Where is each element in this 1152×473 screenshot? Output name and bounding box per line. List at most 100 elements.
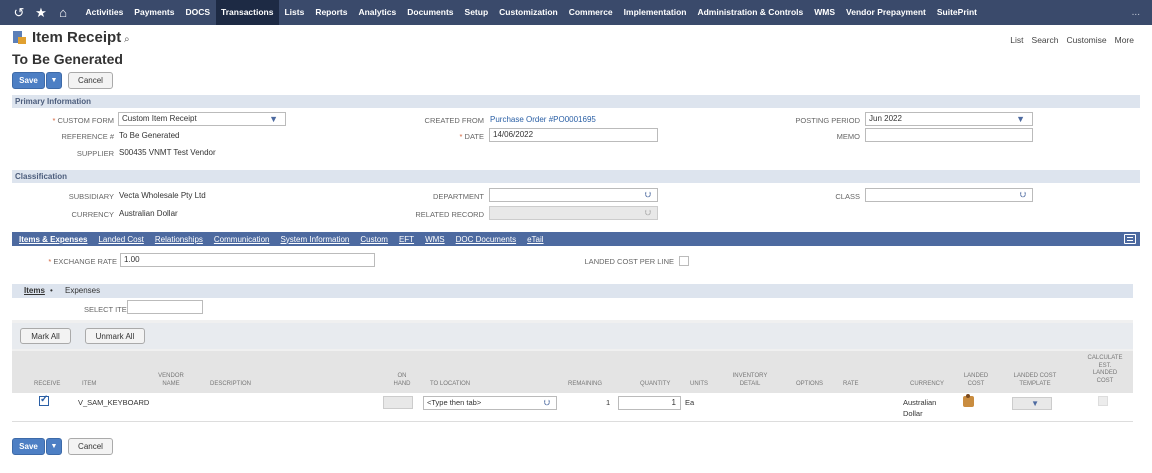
classification-header[interactable]: Classification	[12, 170, 1140, 183]
currency-value: Australian Dollar	[119, 209, 178, 218]
unmark-all-button[interactable]: Unmark All	[85, 328, 145, 344]
select-item-label: SELECT ITEM	[83, 305, 133, 314]
tab-items-marker: •	[50, 286, 53, 295]
landed-cost-per-line-label: LANDED COST PER LINE	[584, 257, 674, 266]
nav-reports[interactable]: Reports	[310, 0, 353, 25]
nav-customization[interactable]: Customization	[494, 0, 564, 25]
nav-suiteprint[interactable]: SuitePrint	[931, 0, 982, 25]
col-landed-cost-line: LANDED	[963, 373, 989, 379]
col-on-hand-line: HAND	[393, 380, 411, 387]
tab-items-expenses[interactable]: Items & Expenses	[12, 235, 93, 244]
history-icon[interactable]: ↺	[8, 5, 30, 21]
currency-cell: Australian Dollar	[903, 397, 936, 419]
on-hand-cell	[383, 396, 413, 409]
created-from-label: CREATED FROM	[424, 116, 484, 125]
created-from-link[interactable]: Purchase Order #PO0001695	[490, 115, 596, 124]
col-units: UNITS	[690, 381, 708, 387]
exchange-rate-label: * EXCHANGE RATE	[48, 257, 117, 266]
nav-setup[interactable]: Setup	[459, 0, 494, 25]
col-calc-line: CALCULATE	[1087, 355, 1123, 361]
supplier-label: SUPPLIER	[76, 149, 114, 158]
col-on-hand-line: ON	[397, 373, 407, 379]
top-navigation: ↺ ★ ⌂ Activities Payments DOCS Transacti…	[0, 0, 1152, 25]
landed-cost-icon[interactable]	[963, 394, 974, 407]
date-label: * DATE	[460, 132, 484, 141]
double-chevron-icon: ⮋	[1019, 190, 1026, 199]
nav-implementation[interactable]: Implementation	[618, 0, 692, 25]
record-subtitle: To Be Generated	[12, 51, 123, 67]
save-dropdown-button-bottom[interactable]: ▼	[46, 438, 62, 455]
header-links: List Search Customise More	[1010, 35, 1134, 45]
currency-cell-line: Australian	[903, 398, 937, 407]
nav-docs[interactable]: DOCS	[180, 0, 216, 25]
col-calc-line: LANDED	[1092, 370, 1118, 376]
collapse-tabs-icon[interactable]	[1124, 234, 1136, 244]
nav-more-icon[interactable]: ...	[1132, 7, 1140, 18]
to-location-select[interactable]: <Type then tab> ⮋	[423, 396, 557, 410]
tab-wms[interactable]: WMS	[420, 235, 451, 244]
nav-activities[interactable]: Activities	[80, 0, 129, 25]
cancel-button[interactable]: Cancel	[68, 72, 113, 89]
more-link[interactable]: More	[1115, 35, 1134, 45]
custom-form-select[interactable]: Custom Item Receipt ▼	[118, 112, 286, 126]
nav-analytics[interactable]: Analytics	[353, 0, 402, 25]
tab-etail[interactable]: eTail	[522, 235, 549, 244]
col-receive: RECEIVE	[34, 381, 61, 387]
col-item: ITEM	[82, 381, 97, 387]
quantity-field[interactable]: 1	[618, 396, 681, 410]
home-icon[interactable]: ⌂	[52, 5, 74, 20]
col-vendor-name: VENDOR NAME	[158, 373, 184, 388]
posting-period-select[interactable]: Jun 2022 ▼	[865, 112, 1033, 126]
search-link[interactable]: Search	[1032, 35, 1059, 45]
exchange-rate-field[interactable]: 1.00	[120, 253, 375, 267]
primary-information-header[interactable]: Primary Information	[12, 95, 1140, 108]
nav-transactions[interactable]: Transactions	[215, 0, 279, 25]
customise-link[interactable]: Customise	[1066, 35, 1106, 45]
tab-doc-documents[interactable]: DOC Documents	[450, 235, 521, 244]
nav-lists[interactable]: Lists	[279, 0, 310, 25]
class-select[interactable]: ⮋	[865, 188, 1033, 202]
tab-custom[interactable]: Custom	[355, 235, 394, 244]
date-field[interactable]: 14/06/2022	[489, 128, 658, 142]
col-calc-line: COST	[1096, 377, 1114, 384]
department-select[interactable]: ⮋	[489, 188, 658, 202]
nav-documents[interactable]: Documents	[402, 0, 459, 25]
page-title: Item Receipt	[32, 29, 122, 46]
col-description: DESCRIPTION	[210, 381, 252, 387]
save-dropdown-button[interactable]: ▼	[46, 72, 62, 89]
related-record-select: ⮋	[489, 206, 658, 220]
supplier-value: S00435 VNMT Test Vendor	[119, 148, 216, 157]
tab-items[interactable]: Items	[24, 286, 45, 295]
tab-eft[interactable]: EFT	[393, 235, 419, 244]
save-button[interactable]: Save	[12, 72, 45, 89]
items-subtabs	[12, 284, 1133, 298]
chevron-down-icon: ▼	[269, 114, 278, 124]
tab-relationships[interactable]: Relationships	[149, 235, 208, 244]
mark-all-button[interactable]: Mark All	[20, 328, 71, 344]
subsidiary-value: Vecta Wholesale Pty Ltd	[119, 191, 206, 200]
nav-commerce[interactable]: Commerce	[563, 0, 618, 25]
landed-cost-per-line-checkbox[interactable]	[679, 256, 689, 266]
nav-payments[interactable]: Payments	[129, 0, 180, 25]
nav-administration-controls[interactable]: Administration & Controls	[692, 0, 809, 25]
tab-communication[interactable]: Communication	[208, 235, 275, 244]
col-vendor-name-line: VENDOR	[158, 373, 184, 379]
tab-expenses[interactable]: Expenses	[65, 286, 100, 295]
chevron-down-icon: ▼	[1016, 114, 1025, 124]
reference-value: To Be Generated	[119, 131, 180, 140]
save-button-bottom[interactable]: Save	[12, 438, 45, 455]
list-link[interactable]: List	[1010, 35, 1023, 45]
cancel-button-bottom[interactable]: Cancel	[68, 438, 113, 455]
star-icon[interactable]: ★	[30, 5, 52, 21]
nav-vendor-prepayment[interactable]: Vendor Prepayment	[841, 0, 932, 25]
tab-landed-cost[interactable]: Landed Cost	[93, 235, 149, 244]
memo-field[interactable]	[865, 128, 1033, 142]
nav-wms[interactable]: WMS	[809, 0, 841, 25]
select-item-field[interactable]	[127, 300, 203, 314]
remaining-cell: 1	[606, 398, 611, 407]
tab-system-information[interactable]: System Information	[275, 235, 355, 244]
item-cell: V_SAM_KEYBOARD	[78, 398, 150, 407]
receive-checkbox[interactable]	[39, 394, 49, 406]
chevron-down-icon: ▼	[1031, 399, 1039, 408]
search-icon[interactable]: ⌕	[124, 34, 130, 45]
